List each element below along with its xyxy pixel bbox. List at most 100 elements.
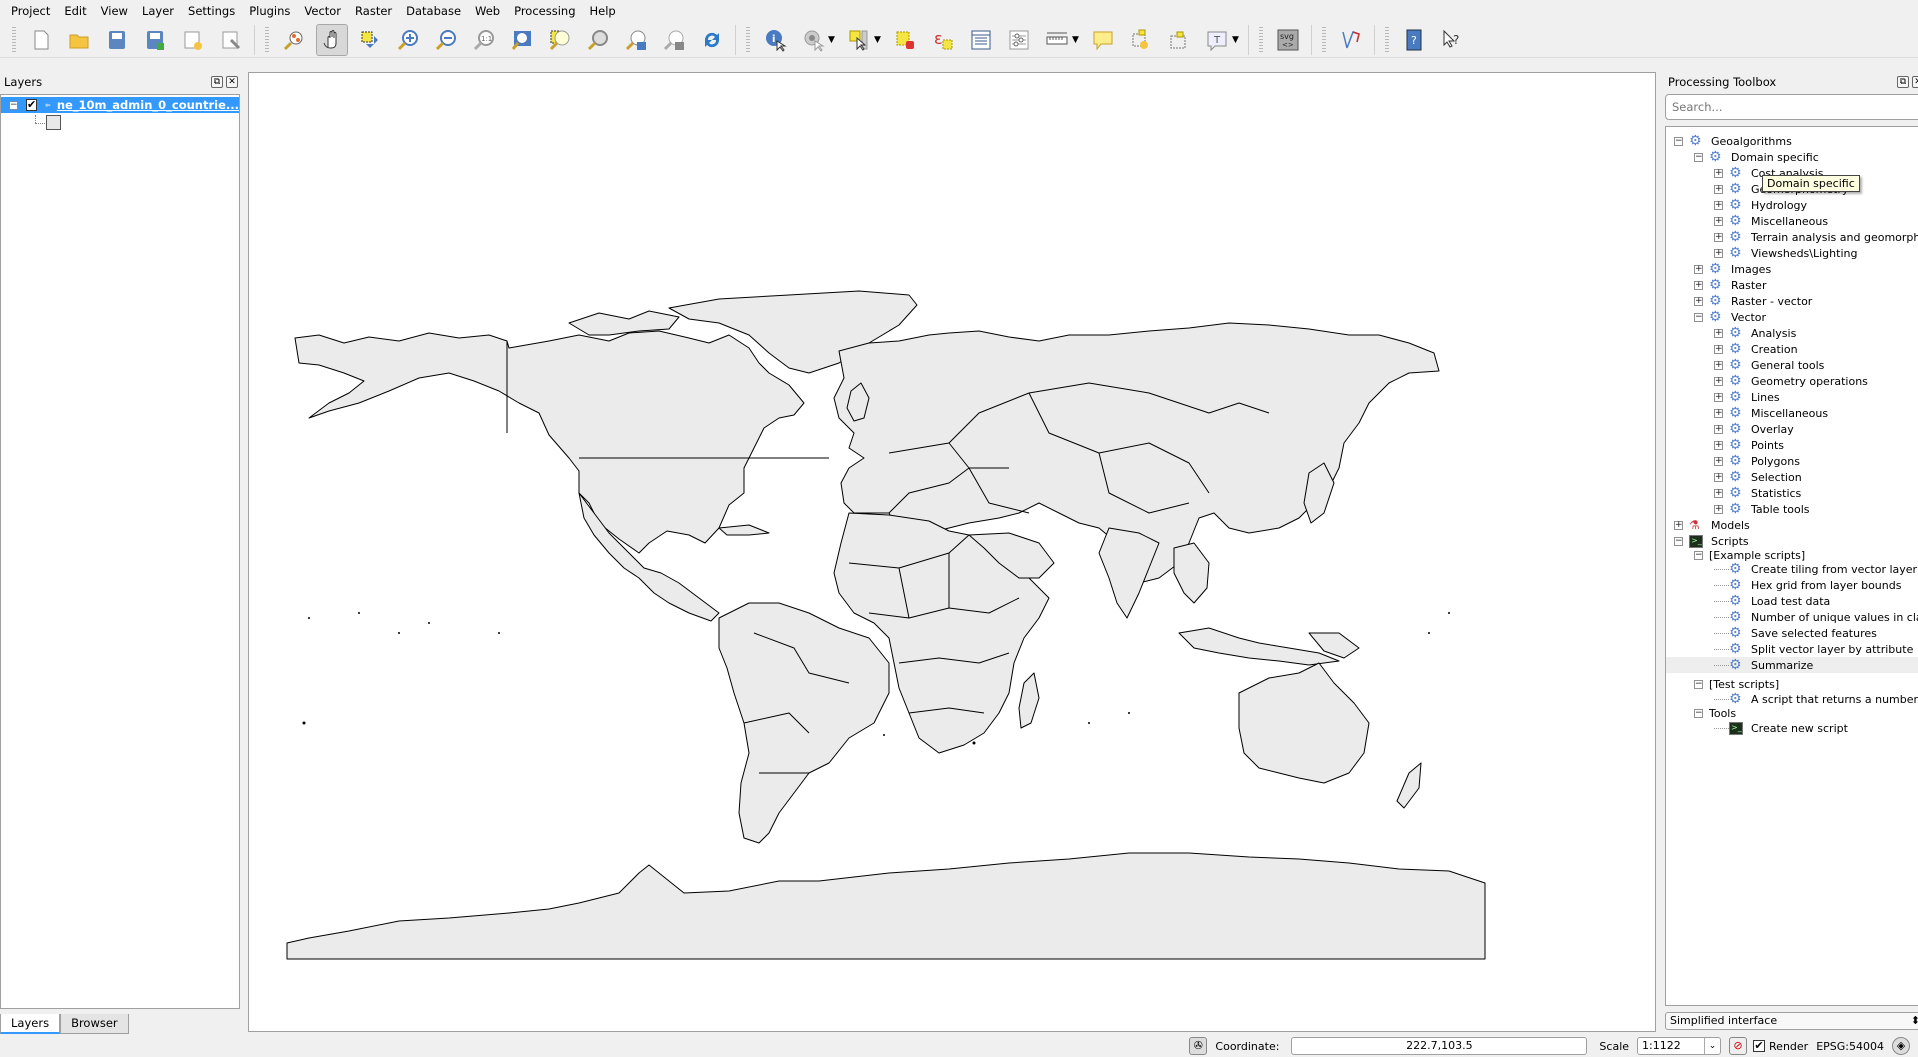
tree-item[interactable]: ⚙ Create tiling from vector layer — [1714, 561, 1917, 577]
tree-item[interactable]: + ⚙ Geometry operations — [1714, 373, 1868, 389]
tree-item[interactable]: + ⚙ Miscellaneous — [1714, 405, 1828, 421]
tree-item[interactable]: − ⚙ Domain specific — [1694, 149, 1819, 165]
tree-item[interactable]: − [Test scripts] — [1694, 676, 1779, 692]
menu-plugins[interactable]: Plugins — [242, 0, 297, 22]
tree-item[interactable]: + ⚙ Table tools — [1714, 501, 1810, 517]
menu-project[interactable]: Project — [4, 0, 57, 22]
tree-item[interactable]: + ⚙ Raster — [1694, 277, 1766, 293]
crs-globe-icon[interactable]: ◈ — [1892, 1037, 1910, 1055]
expand-icon[interactable]: + — [1714, 248, 1723, 258]
legend-symbol[interactable] — [46, 115, 61, 130]
menu-web[interactable]: Web — [468, 0, 507, 22]
tree-item[interactable]: ⚙ A script that returns a number — [1714, 691, 1918, 707]
menu-database[interactable]: Database — [399, 0, 468, 22]
collapse-icon[interactable]: − — [1694, 152, 1703, 162]
tree-item[interactable]: − Tools — [1694, 705, 1736, 721]
tree-item[interactable]: + ⚙ Polygons — [1714, 453, 1800, 469]
menu-layer[interactable]: Layer — [135, 0, 181, 22]
tree-item[interactable]: + ⚙ Miscellaneous — [1714, 213, 1828, 229]
expand-icon[interactable]: + — [1674, 520, 1683, 530]
tree-item[interactable]: + ⚙ General tools — [1714, 357, 1824, 373]
tree-item[interactable]: + ⚗ Models — [1674, 517, 1750, 533]
toolbox-search-input[interactable]: Search... — [1665, 94, 1918, 120]
map-canvas[interactable] — [248, 72, 1656, 1032]
expand-icon[interactable]: + — [1694, 280, 1703, 290]
scale-select[interactable]: 1:1122 ⌄ — [1637, 1037, 1722, 1055]
statistical-summary-button[interactable] — [1003, 24, 1035, 56]
collapse-icon[interactable]: − — [1674, 536, 1683, 546]
tree-item[interactable]: ⚙ Hex grid from layer bounds — [1714, 577, 1901, 593]
expand-icon[interactable]: + — [1714, 392, 1723, 402]
expand-icon[interactable]: + — [1694, 296, 1703, 306]
tree-item[interactable]: >_ Create new script — [1714, 720, 1848, 736]
coordinate-input[interactable]: 222.7,103.5 — [1291, 1037, 1588, 1055]
collapse-icon[interactable]: − — [9, 100, 18, 110]
tree-item[interactable]: + ⚙ Hydrology — [1714, 197, 1807, 213]
zoom-in-button[interactable] — [392, 24, 424, 56]
expand-icon[interactable]: + — [1714, 472, 1723, 482]
tree-item[interactable]: + ⚙ Images — [1694, 261, 1771, 277]
toolbar-grip[interactable] — [12, 26, 16, 53]
tree-item[interactable]: + ⚙ Points — [1714, 437, 1784, 453]
tree-item[interactable]: ⚙ Split vector layer by attribute — [1714, 641, 1913, 657]
new-print-composer-button[interactable] — [177, 24, 209, 56]
tree-item[interactable]: + ⚙ Creation — [1714, 341, 1798, 357]
new-bookmark-button[interactable] — [1125, 24, 1157, 56]
dropdown-arrow-icon[interactable]: ▼ — [874, 35, 884, 45]
tree-item[interactable]: ⚙ Load test data — [1714, 593, 1830, 609]
menu-settings[interactable]: Settings — [181, 0, 242, 22]
svg-annotation-button[interactable]: svg <> — [1272, 24, 1304, 56]
dropdown-arrow-icon[interactable]: ▼ — [828, 35, 838, 45]
zoom-to-layer-button[interactable] — [582, 24, 614, 56]
close-panel-icon[interactable]: ✕ — [226, 76, 238, 88]
collapse-icon[interactable]: − — [1694, 312, 1703, 322]
menu-processing[interactable]: Processing — [507, 0, 582, 22]
deselect-button[interactable] — [889, 24, 921, 56]
menu-raster[interactable]: Raster — [348, 0, 399, 22]
expand-icon[interactable]: + — [1694, 264, 1703, 274]
expand-icon[interactable]: + — [1714, 376, 1723, 386]
tree-item[interactable]: ⚙ Number of unique values in clas... — [1714, 609, 1918, 625]
collapse-icon[interactable]: − — [1694, 550, 1703, 560]
expand-icon[interactable]: + — [1714, 456, 1723, 466]
save-as-button[interactable] — [139, 24, 171, 56]
menu-edit[interactable]: Edit — [57, 0, 93, 22]
menu-vector[interactable]: Vector — [297, 0, 348, 22]
save-project-button[interactable] — [101, 24, 133, 56]
tree-item[interactable]: ⚙ Summarize — [1666, 657, 1918, 673]
collapse-icon[interactable]: − — [1694, 708, 1703, 718]
render-checkbox[interactable]: ✔ — [1753, 1040, 1766, 1052]
stop-rendering-icon[interactable]: ⊘ — [1729, 1037, 1748, 1055]
crs-status[interactable]: EPSG:54004 — [1816, 1040, 1884, 1053]
zoom-last-button[interactable] — [620, 24, 652, 56]
dropdown-arrow-icon[interactable]: ▼ — [1232, 35, 1242, 45]
expand-icon[interactable]: + — [1714, 488, 1723, 498]
menu-view[interactable]: View — [94, 0, 135, 22]
expand-icon[interactable]: + — [1714, 344, 1723, 354]
expand-icon[interactable]: + — [1714, 328, 1723, 338]
dropdown-arrow-icon[interactable]: ▼ — [1072, 35, 1082, 45]
measure-button[interactable] — [1041, 24, 1073, 56]
tab-layers[interactable]: Layers — [0, 1014, 61, 1034]
expand-icon[interactable]: + — [1714, 184, 1723, 194]
help-contents-button[interactable]: ? — [1398, 24, 1430, 56]
select-by-expression-button[interactable]: ε — [927, 24, 959, 56]
identify-button[interactable]: i — [759, 24, 791, 56]
pan-button[interactable] — [316, 23, 348, 56]
expand-icon[interactable]: + — [1714, 200, 1723, 210]
expand-icon[interactable]: + — [1714, 216, 1723, 226]
float-panel-icon[interactable]: ⧉ — [211, 76, 223, 88]
open-attribute-table-button[interactable] — [965, 24, 997, 56]
tree-item[interactable]: ⚙ Save selected features — [1714, 625, 1877, 641]
interface-mode-select[interactable]: Simplified interface ⬍ — [1665, 1012, 1918, 1030]
tree-item[interactable]: + ⚙ Analysis — [1714, 325, 1796, 341]
tree-item[interactable]: − ⚙ Vector — [1694, 309, 1766, 325]
pan-to-selection-button[interactable] — [354, 24, 386, 56]
toolbar-grip[interactable] — [1322, 26, 1326, 53]
tree-item[interactable]: + ⚙ Statistics — [1714, 485, 1801, 501]
expand-icon[interactable]: + — [1714, 168, 1723, 178]
expand-icon[interactable]: + — [1714, 408, 1723, 418]
whats-this-button[interactable]: ? — [1436, 24, 1468, 56]
vector-tools-button[interactable] — [1335, 24, 1367, 56]
refresh-button[interactable] — [696, 24, 728, 56]
